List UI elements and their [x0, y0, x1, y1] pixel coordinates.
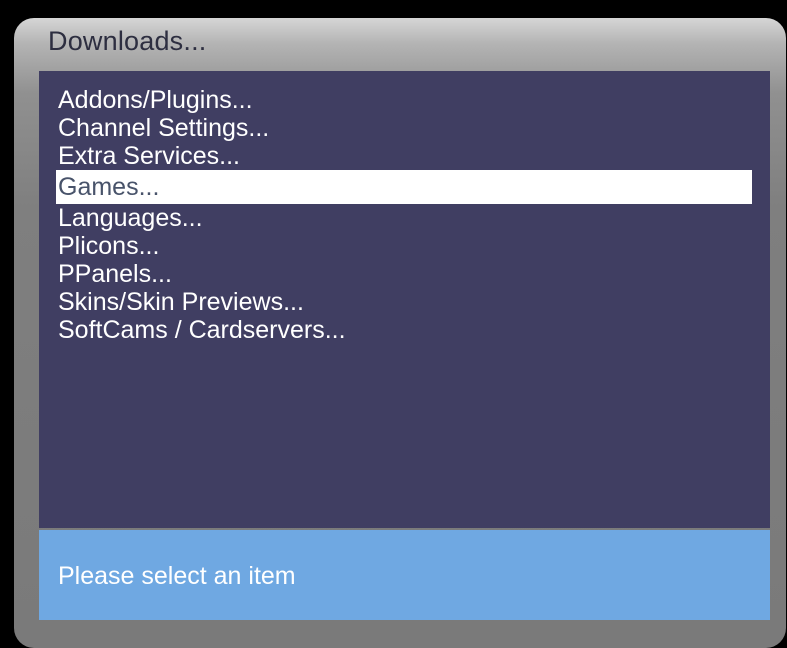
menu-list-panel: Addons/Plugins... Channel Settings... Ex…	[39, 71, 770, 528]
menu-item-ppanels[interactable]: PPanels...	[56, 260, 752, 288]
menu-item-languages[interactable]: Languages...	[56, 204, 752, 232]
menu-item-extra-services[interactable]: Extra Services...	[56, 142, 752, 170]
menu-item-plicons[interactable]: Plicons...	[56, 232, 752, 260]
menu-item-skins[interactable]: Skins/Skin Previews...	[56, 288, 752, 316]
status-bar: Please select an item	[39, 530, 770, 620]
menu-item-channel-settings[interactable]: Channel Settings...	[56, 114, 752, 142]
status-message: Please select an item	[58, 562, 296, 590]
menu-item-softcams[interactable]: SoftCams / Cardservers...	[56, 316, 752, 344]
menu-item-addons-plugins[interactable]: Addons/Plugins...	[56, 86, 752, 114]
window-title: Downloads...	[48, 26, 207, 56]
downloads-window: Downloads... Addons/Plugins... Channel S…	[14, 18, 786, 648]
menu-item-games[interactable]: Games...	[56, 170, 752, 204]
downloads-menu-list[interactable]: Addons/Plugins... Channel Settings... Ex…	[56, 86, 752, 344]
